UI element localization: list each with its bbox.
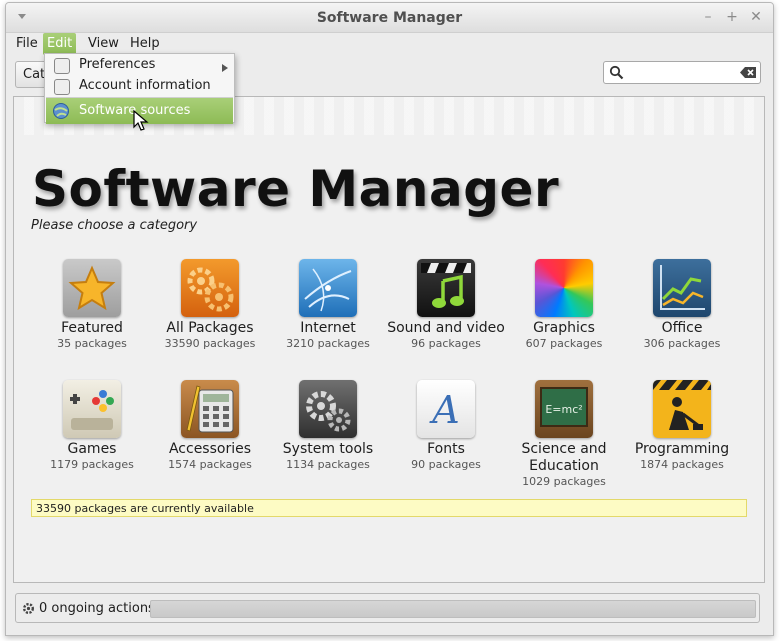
category-fonts[interactable]: A Fonts 90 packages xyxy=(387,380,505,472)
category-sound-video[interactable]: Sound and video 96 packages xyxy=(387,259,505,351)
gamepad-icon xyxy=(63,380,121,438)
category-name: Games xyxy=(67,441,117,457)
mouse-cursor-icon xyxy=(133,110,149,131)
account-icon xyxy=(54,79,70,95)
globe-icon xyxy=(299,259,357,317)
menu-edit[interactable]: Edit xyxy=(43,33,77,55)
svg-text:A: A xyxy=(429,388,459,432)
category-name: Fonts xyxy=(427,441,465,457)
category-count: 90 packages xyxy=(411,458,481,471)
category-name: Sound and video xyxy=(387,320,505,336)
category-name: Graphics xyxy=(533,320,595,336)
category-count: 33590 packages xyxy=(164,337,256,350)
bottom-status-bar: 0 ongoing actions xyxy=(15,593,760,623)
category-count: 96 packages xyxy=(411,337,481,350)
category-count: 1574 packages xyxy=(168,458,252,471)
chart-icon xyxy=(653,259,711,317)
category-all-packages[interactable]: All Packages 33590 packages xyxy=(151,259,269,351)
main-panel: Software Manager Please choose a categor… xyxy=(13,96,765,583)
system-gears-icon xyxy=(299,380,357,438)
category-name: Science and Education xyxy=(521,441,607,474)
category-name: Programming xyxy=(634,441,730,457)
close-icon[interactable]: ✕ xyxy=(748,9,764,25)
category-games[interactable]: Games 1179 packages xyxy=(33,380,151,472)
category-accessories[interactable]: Accessories 1574 packages xyxy=(151,380,269,472)
menu-file[interactable]: File xyxy=(12,33,42,55)
menu-item-label: Preferences xyxy=(79,57,156,72)
preferences-icon xyxy=(54,58,70,74)
menu-item-label: Account information xyxy=(79,78,211,93)
calculator-icon xyxy=(181,380,239,438)
category-count: 1874 packages xyxy=(640,458,724,471)
category-internet[interactable]: Internet 3210 packages xyxy=(269,259,387,351)
app-window: Software Manager – + ✕ File Edit View He… xyxy=(5,2,774,636)
category-system-tools[interactable]: System tools 1134 packages xyxy=(269,380,387,472)
music-clapper-icon xyxy=(417,259,475,317)
construction-icon xyxy=(653,380,711,438)
software-sources-icon xyxy=(52,102,70,124)
category-name: Featured xyxy=(61,320,123,336)
category-count: 1179 packages xyxy=(50,458,134,471)
page-subtitle: Please choose a category xyxy=(31,218,198,233)
category-name: Accessories xyxy=(168,441,252,457)
menu-view[interactable]: View xyxy=(84,33,123,55)
category-name: Internet xyxy=(300,320,356,336)
search-box[interactable] xyxy=(603,61,761,84)
category-name: Office xyxy=(661,320,703,336)
category-name: System tools xyxy=(282,441,374,457)
page-title: Software Manager xyxy=(32,160,560,218)
status-message: 33590 packages are currently available xyxy=(31,499,747,517)
menu-item-preferences[interactable]: Preferences xyxy=(46,55,233,76)
search-input[interactable] xyxy=(626,64,736,81)
category-count: 1029 packages xyxy=(522,475,606,488)
color-wheel-icon xyxy=(535,259,593,317)
minimize-icon[interactable]: – xyxy=(700,9,716,25)
category-name: All Packages xyxy=(166,320,254,336)
font-icon: A xyxy=(417,380,475,438)
category-count: 306 packages xyxy=(643,337,721,350)
title-bar[interactable]: Software Manager – + ✕ xyxy=(6,3,773,33)
actions-progress-bar[interactable] xyxy=(150,600,756,618)
category-count: 607 packages xyxy=(525,337,603,350)
category-science-education[interactable]: E=mc² Science and Education 1029 package… xyxy=(505,380,623,489)
star-icon xyxy=(63,259,121,317)
category-office[interactable]: Office 306 packages xyxy=(623,259,741,351)
chalkboard-icon: E=mc² xyxy=(535,380,593,438)
window-title: Software Manager xyxy=(316,10,463,26)
gear-icon xyxy=(22,602,35,619)
search-icon xyxy=(609,65,624,84)
menu-help[interactable]: Help xyxy=(126,33,164,55)
category-graphics[interactable]: Graphics 607 packages xyxy=(505,259,623,351)
category-count: 3210 packages xyxy=(286,337,370,350)
submenu-arrow-icon xyxy=(222,61,228,76)
menu-item-account-information[interactable]: Account information xyxy=(46,76,233,97)
category-count: 35 packages xyxy=(57,337,127,350)
clear-search-icon[interactable] xyxy=(740,66,757,83)
ongoing-actions-label: 0 ongoing actions xyxy=(39,601,155,616)
maximize-icon[interactable]: + xyxy=(724,9,740,25)
menu-bar: File Edit View Help xyxy=(6,33,773,55)
category-programming[interactable]: Programming 1874 packages xyxy=(623,380,741,472)
category-featured[interactable]: Featured 35 packages xyxy=(33,259,151,351)
gears-icon xyxy=(181,259,239,317)
svg-text:E=mc²: E=mc² xyxy=(545,403,582,416)
category-count: 1134 packages xyxy=(286,458,370,471)
